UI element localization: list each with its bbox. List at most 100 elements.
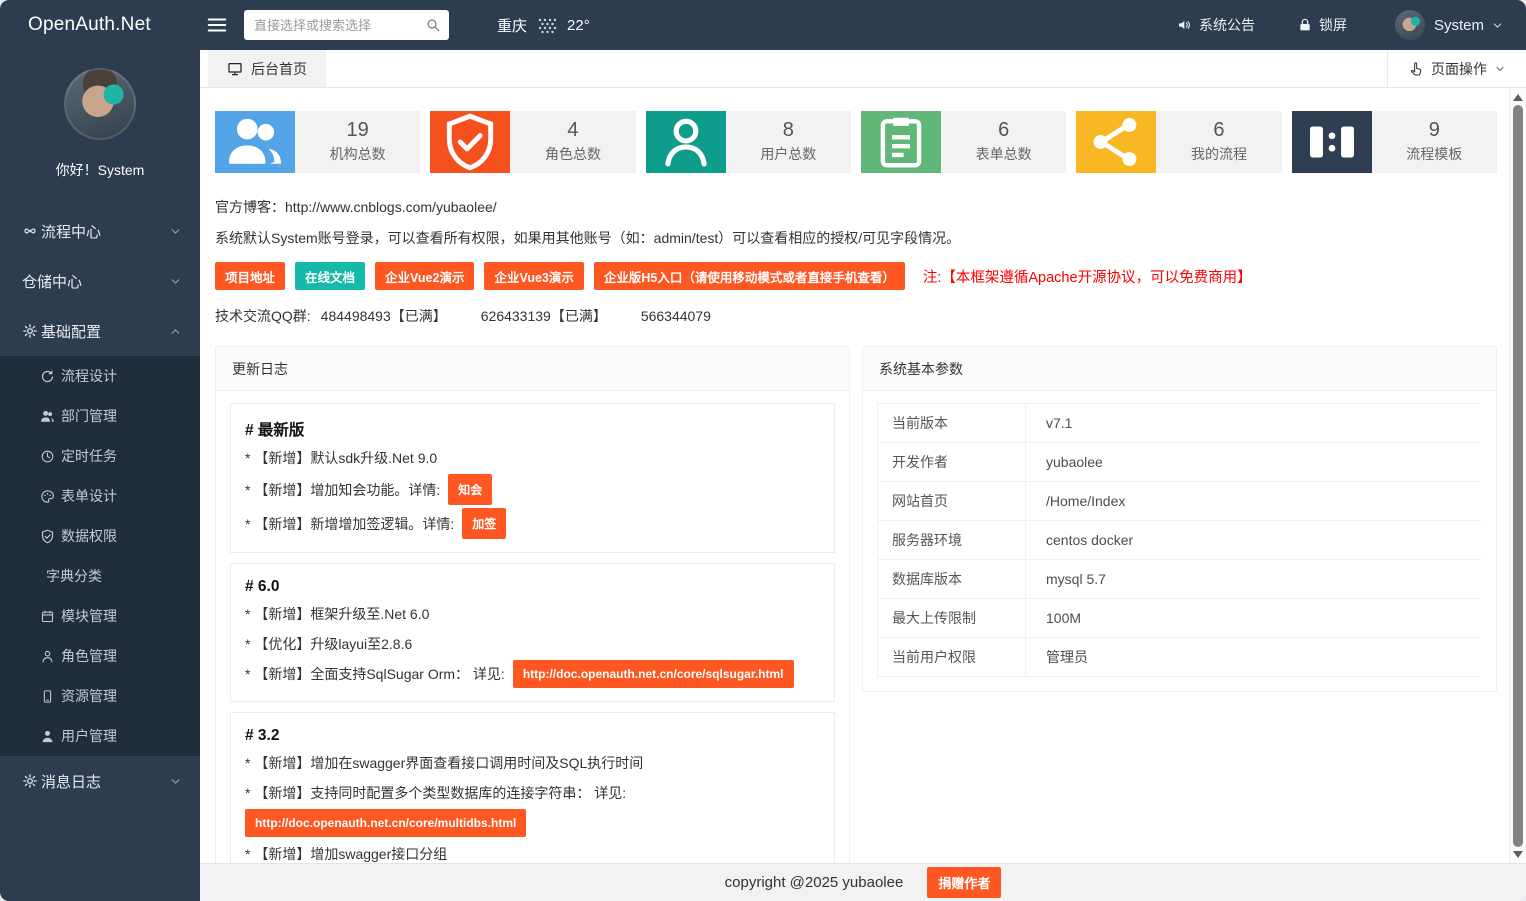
sidebar-subitem-label: 部门管理	[61, 406, 117, 426]
stat-card: 4角色总数	[430, 111, 635, 173]
qq-groups: 484498493【已满】626433139【已满】566344079	[311, 308, 711, 324]
scroll-up-arrow[interactable]	[1513, 94, 1523, 101]
sidebar-item-label: 仓储中心	[22, 271, 82, 292]
promo-button-row: 项目地址在线文档企业Vue2演示企业Vue3演示企业版H5入口（请使用移动模式或…	[215, 262, 1497, 290]
chevron-down-icon	[169, 275, 182, 288]
chevron-down-icon	[1494, 63, 1506, 75]
sidebar-subitem[interactable]: 角色管理	[0, 636, 200, 676]
stat-value-block: 6表单总数	[941, 111, 1066, 173]
stat-value: 19	[295, 118, 420, 142]
search-input[interactable]	[244, 10, 449, 40]
promo-button[interactable]: 企业Vue3演示	[484, 262, 583, 290]
sidebar-subitem[interactable]: 用户管理	[0, 716, 200, 756]
stat-card: 6我的流程	[1076, 111, 1281, 173]
weather-city: 重庆	[497, 15, 527, 36]
tab-home[interactable]: 后台首页	[208, 50, 326, 87]
param-label: 当前版本	[878, 404, 1026, 443]
sidebar-item-label: 基础配置	[41, 321, 101, 342]
phone-icon	[40, 689, 55, 704]
username[interactable]: System	[1434, 17, 1484, 34]
page-actions-dropdown[interactable]: 页面操作	[1387, 50, 1526, 87]
system-params-table: 当前版本v7.1开发作者yubaolee网站首页/Home/Index服务器环境…	[877, 403, 1482, 677]
changelog-link-button[interactable]: http://doc.openauth.net.cn/core/multidbs…	[245, 809, 526, 837]
scrollbar-thumb[interactable]	[1513, 105, 1523, 847]
calendar-icon	[40, 609, 55, 624]
sidebar-subitem-label: 资源管理	[61, 686, 117, 706]
sidebar-nav: 流程中心仓储中心基础配置流程设计部门管理定时任务表单设计数据权限字典分类模块管理…	[0, 206, 200, 806]
refresh-icon	[40, 369, 55, 384]
changelog-title: 更新日志	[216, 347, 849, 391]
chevron-down-icon[interactable]	[1491, 19, 1504, 32]
calendar-icon	[40, 609, 55, 624]
system-params-panel: 系统基本参数 当前版本v7.1开发作者yubaolee网站首页/Home/Ind…	[862, 346, 1497, 692]
stat-value-block: 4角色总数	[510, 111, 635, 173]
promo-button[interactable]: 在线文档	[295, 262, 365, 290]
changelog-item: * 【优化】升级layui至2.8.6	[245, 630, 820, 657]
tab-bar: 后台首页 页面操作	[200, 50, 1526, 88]
param-value: 管理员	[1026, 638, 1483, 677]
donate-button[interactable]: 捐赠作者	[927, 867, 1001, 898]
lock-screen-button[interactable]: 锁屏	[1297, 15, 1347, 35]
footer: copyright @2025 yubaolee 捐赠作者	[200, 863, 1526, 901]
sidebar-subitem-label: 用户管理	[61, 726, 117, 746]
changelog-link-button[interactable]: 加签	[462, 508, 506, 539]
weather-temp: 22°	[567, 17, 590, 34]
lock-icon	[1297, 17, 1313, 33]
changelog-item: * 【新增】增加swagger接口分组	[245, 840, 820, 863]
phone-icon	[40, 689, 55, 704]
chevron-up-icon	[169, 325, 182, 338]
stat-value-block: 8用户总数	[726, 111, 851, 173]
system-params-title: 系统基本参数	[863, 347, 1496, 391]
sidebar-item[interactable]: 仓储中心	[0, 256, 200, 306]
user-icon	[40, 729, 55, 744]
sidebar-subitem[interactable]: 字典分类	[0, 556, 200, 596]
app-window: OpenAuth.Net 重庆 22° 系统公告 锁屏 Syst	[0, 0, 1526, 901]
topbar-right: 系统公告 锁屏 System	[1177, 10, 1526, 40]
monitor-icon	[227, 61, 243, 77]
people-icon	[215, 111, 295, 173]
stat-card: 8用户总数	[646, 111, 851, 173]
avatar	[64, 68, 136, 140]
chevron-down-icon	[169, 775, 182, 788]
shield-check-icon	[40, 529, 55, 544]
table-row: 开发作者yubaolee	[878, 443, 1483, 482]
sidebar-subitem[interactable]: 流程设计	[0, 356, 200, 396]
sidebar-subitem-label: 流程设计	[61, 366, 117, 386]
sidebar-subitem[interactable]: 定时任务	[0, 436, 200, 476]
sidebar-subitem-label: 角色管理	[61, 646, 117, 666]
promo-button[interactable]: 企业版H5入口（请使用移动模式或者直接手机查看）	[594, 262, 905, 290]
table-row: 数据库版本mysql 5.7	[878, 560, 1483, 599]
announcement-button[interactable]: 系统公告	[1177, 15, 1255, 35]
avatar[interactable]	[1395, 10, 1425, 40]
sidebar-item[interactable]: 流程中心	[0, 206, 200, 256]
shield-check-icon	[40, 529, 55, 544]
lock-icon	[1297, 17, 1313, 33]
promo-button[interactable]: 项目地址	[215, 262, 285, 290]
table-row: 当前用户权限管理员	[878, 638, 1483, 677]
param-label: 最大上传限制	[878, 599, 1026, 638]
changelog-item-text: * 【新增】增加swagger接口分组	[245, 844, 447, 864]
sidebar-subitem[interactable]: 表单设计	[0, 476, 200, 516]
hand-pointer-icon	[1408, 61, 1424, 77]
changelog-link-button[interactable]: 知会	[448, 474, 492, 505]
sidebar-subitem-label: 表单设计	[61, 486, 117, 506]
changelog-item-text: * 【新增】增加在swagger界面查看接口调用时间及SQL执行时间	[245, 753, 643, 773]
sidebar-subitem[interactable]: 模块管理	[0, 596, 200, 636]
top-bar: OpenAuth.Net 重庆 22° 系统公告 锁屏 Syst	[0, 0, 1526, 50]
changelog-link-button[interactable]: http://doc.openauth.net.cn/core/sqlsugar…	[513, 660, 794, 688]
sidebar-item[interactable]: 基础配置	[0, 306, 200, 356]
changelog-item: * 【新增】支持同时配置多个类型数据库的连接字符串： 详见:	[245, 779, 820, 806]
sidebar-subitem[interactable]: 数据权限	[0, 516, 200, 556]
sidebar: 你好！System 流程中心仓储中心基础配置流程设计部门管理定时任务表单设计数据…	[0, 50, 200, 901]
menu-icon[interactable]	[206, 14, 228, 36]
stat-value-block: 19机构总数	[295, 111, 420, 173]
sidebar-subitem[interactable]: 部门管理	[0, 396, 200, 436]
tip-line: 系统默认System账号登录，可以查看所有权限，如果用其他账号（如：admin/…	[215, 228, 1497, 248]
sidebar-item[interactable]: 消息日志	[0, 756, 200, 806]
sidebar-subitem[interactable]: 资源管理	[0, 676, 200, 716]
gear-icon	[22, 323, 38, 339]
stat-value: 4	[510, 118, 635, 142]
scroll-down-arrow[interactable]	[1513, 851, 1523, 858]
gear-icon	[22, 323, 38, 339]
promo-button[interactable]: 企业Vue2演示	[375, 262, 474, 290]
